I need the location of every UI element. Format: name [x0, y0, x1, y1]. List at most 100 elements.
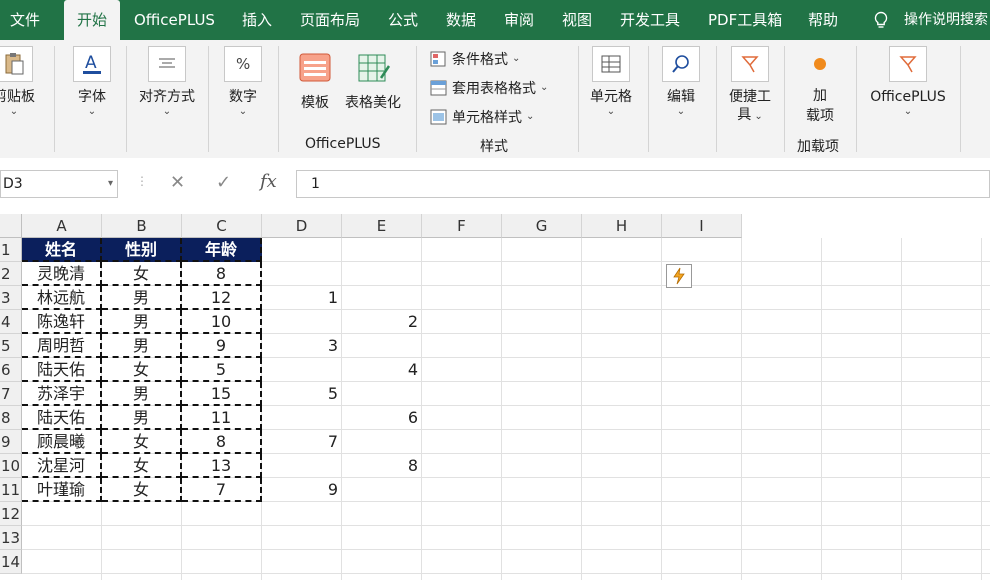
cell-E4[interactable]: 2 — [342, 310, 422, 334]
confirm-icon[interactable]: ✓ — [216, 172, 231, 193]
cell-E10[interactable]: 8 — [342, 454, 422, 478]
conditional-format-button[interactable]: 条件格式 ⌄ — [430, 48, 520, 70]
quick-tools-button[interactable]: 便捷工具 ⌄ — [724, 46, 776, 124]
column-header-I[interactable]: I — [662, 214, 742, 238]
tab-home[interactable]: 开始 — [64, 0, 120, 40]
lightbulb-icon[interactable] — [872, 11, 890, 29]
row-header-11[interactable]: 11 — [0, 478, 22, 502]
column-header-F[interactable]: F — [422, 214, 502, 238]
table-cell[interactable]: 陆天佑 — [22, 406, 102, 430]
editing-button[interactable]: 编辑 ⌄ — [658, 46, 704, 118]
cell-D3[interactable]: 1 — [262, 286, 342, 310]
cells-button[interactable]: 单元格 ⌄ — [586, 46, 636, 118]
template-button[interactable]: 模板 — [292, 52, 338, 112]
format-as-table-button[interactable]: 套用表格格式 ⌄ — [430, 77, 548, 99]
table-cell[interactable]: 陈逸轩 — [22, 310, 102, 334]
tab-officeplus[interactable]: OfficePLUS — [134, 0, 215, 40]
font-button[interactable]: A 字体 ⌄ — [66, 46, 118, 118]
tell-me-search[interactable]: 操作说明搜索 — [904, 0, 988, 40]
row-header-4[interactable]: 4 — [0, 310, 22, 334]
tab-review[interactable]: 审阅 — [504, 0, 534, 40]
tab-page-layout[interactable]: 页面布局 — [300, 0, 360, 40]
table-cell[interactable]: 5 — [182, 358, 262, 382]
table-cell[interactable]: 13 — [182, 454, 262, 478]
table-cell[interactable]: 12 — [182, 286, 262, 310]
column-header-E[interactable]: E — [342, 214, 422, 238]
tab-insert[interactable]: 插入 — [242, 0, 272, 40]
table-cell[interactable]: 男 — [102, 310, 182, 334]
alignment-button[interactable]: 对齐方式 ⌄ — [134, 46, 200, 118]
tab-help[interactable]: 帮助 — [808, 0, 838, 40]
addin-button[interactable]: 加载项 — [796, 52, 844, 126]
row-header-5[interactable]: 5 — [0, 334, 22, 358]
tab-data[interactable]: 数据 — [446, 0, 476, 40]
table-cell[interactable]: 沈星河 — [22, 454, 102, 478]
cancel-icon[interactable]: ✕ — [170, 172, 185, 193]
table-cell[interactable]: 灵晚清 — [22, 262, 102, 286]
table-cell[interactable]: 林远航 — [22, 286, 102, 310]
table-header-name[interactable]: 姓名 — [22, 238, 102, 262]
column-header-A[interactable]: A — [22, 214, 102, 238]
table-cell[interactable]: 女 — [102, 262, 182, 286]
table-cell[interactable]: 男 — [102, 334, 182, 358]
table-cell[interactable]: 8 — [182, 430, 262, 454]
clipboard-button[interactable]: 剪贴板 ⌄ — [0, 46, 46, 118]
column-header-D[interactable]: D — [262, 214, 342, 238]
tab-pdf-toolbox[interactable]: PDF工具箱 — [708, 0, 782, 40]
row-header-1[interactable]: 1 — [0, 238, 22, 262]
row-header-7[interactable]: 7 — [0, 382, 22, 406]
row-header-14[interactable]: 14 — [0, 550, 22, 574]
select-all-corner[interactable] — [0, 214, 22, 238]
cell-styles-button[interactable]: 单元格样式 ⌄ — [430, 106, 534, 128]
tab-file[interactable]: 文件 — [10, 0, 40, 40]
column-header-B[interactable]: B — [102, 214, 182, 238]
cell-D5[interactable]: 3 — [262, 334, 342, 358]
flash-fill-options[interactable] — [666, 264, 692, 288]
table-header-age[interactable]: 年龄 — [182, 238, 262, 262]
tab-formulas[interactable]: 公式 — [388, 0, 418, 40]
cells-area[interactable]: 姓名 性别 年龄 灵晚清女 8 林远航男 12 陈逸轩男 10 周明哲男 9 陆天佑女 5 苏泽宇男 15 陆… — [22, 238, 990, 580]
cell-E8[interactable]: 6 — [342, 406, 422, 430]
officeplus-button[interactable]: OfficePLUS ⌄ — [864, 46, 952, 118]
number-button[interactable]: % 数字 ⌄ — [218, 46, 268, 118]
chevron-down-icon[interactable]: ▾ — [108, 171, 113, 197]
cell-D9[interactable]: 7 — [262, 430, 342, 454]
table-header-gender[interactable]: 性别 — [102, 238, 182, 262]
table-cell[interactable]: 男 — [102, 382, 182, 406]
row-header-6[interactable]: 6 — [0, 358, 22, 382]
table-cell[interactable]: 9 — [182, 334, 262, 358]
table-cell[interactable]: 15 — [182, 382, 262, 406]
table-cell[interactable]: 10 — [182, 310, 262, 334]
row-header-10[interactable]: 10 — [0, 454, 22, 478]
row-header-3[interactable]: 3 — [0, 286, 22, 310]
table-cell[interactable]: 女 — [102, 454, 182, 478]
table-cell[interactable]: 8 — [182, 262, 262, 286]
tab-developer[interactable]: 开发工具 — [620, 0, 680, 40]
cell-D11[interactable]: 9 — [262, 478, 342, 502]
table-cell[interactable]: 女 — [102, 430, 182, 454]
table-cell[interactable]: 男 — [102, 286, 182, 310]
table-cell[interactable]: 女 — [102, 358, 182, 382]
row-header-2[interactable]: 2 — [0, 262, 22, 286]
formula-input[interactable]: 1 — [296, 170, 990, 198]
column-header-C[interactable]: C — [182, 214, 262, 238]
row-header-13[interactable]: 13 — [0, 526, 22, 550]
table-cell[interactable]: 7 — [182, 478, 262, 502]
row-header-12[interactable]: 12 — [0, 502, 22, 526]
cell-E6[interactable]: 4 — [342, 358, 422, 382]
column-header-G[interactable]: G — [502, 214, 582, 238]
table-cell[interactable]: 男 — [102, 406, 182, 430]
more-dots-icon[interactable]: ⋮ — [136, 174, 148, 188]
row-header-9[interactable]: 9 — [0, 430, 22, 454]
table-cell[interactable]: 苏泽宇 — [22, 382, 102, 406]
cell-D7[interactable]: 5 — [262, 382, 342, 406]
table-cell[interactable]: 陆天佑 — [22, 358, 102, 382]
insert-function-icon[interactable]: fx — [260, 171, 277, 192]
name-box[interactable]: D3 ▾ — [0, 170, 118, 198]
table-beautify-button[interactable]: 表格美化 — [342, 52, 404, 112]
table-cell[interactable]: 周明哲 — [22, 334, 102, 358]
table-cell[interactable]: 女 — [102, 478, 182, 502]
column-header-H[interactable]: H — [582, 214, 662, 238]
table-cell[interactable]: 顾晨曦 — [22, 430, 102, 454]
tab-view[interactable]: 视图 — [562, 0, 592, 40]
